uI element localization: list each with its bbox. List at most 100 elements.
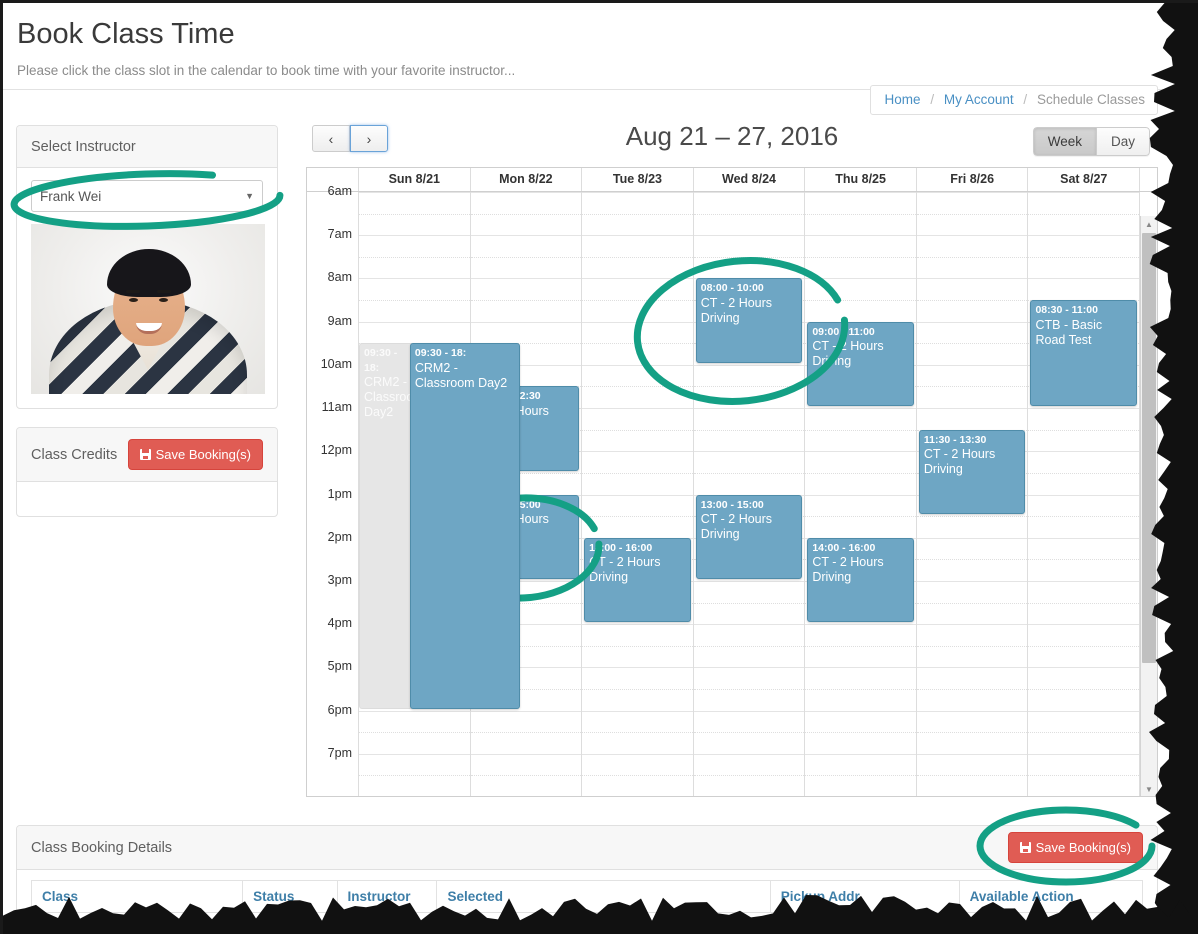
calendar-event[interactable]: 09:30 - 18: CRM2 - Classroom Day2 <box>409 343 521 709</box>
page-title: Book Class Time <box>17 18 235 50</box>
column-header-selected[interactable]: Selected <box>436 880 771 912</box>
grid-line-hour <box>470 278 582 280</box>
grid-line-half-hour <box>805 688 916 690</box>
grid-line-half-hour <box>916 688 1028 690</box>
event-time: 13:00 - 15:00 <box>700 498 764 511</box>
grid-line-hour <box>916 192 1028 193</box>
grid-line-hour <box>1028 235 1140 237</box>
grid-line-hour <box>693 364 805 366</box>
calendar-scrollbar[interactable]: ▲ ▼ <box>1140 216 1157 796</box>
grid-line-hour <box>582 321 693 323</box>
triangle-up-icon[interactable]: ▲ <box>1141 216 1157 232</box>
calendar-header-row: Sun 8/21 Mon 8/22 Tue 8/23 Wed 8/24 Thu … <box>307 168 1157 192</box>
calendar-event[interactable]: 08:30 - 11:00 CTB - Basic Road Test <box>1030 300 1138 407</box>
grid-line-hour <box>1028 580 1140 582</box>
day-column-tue[interactable]: 14:00 - 16:00 CT - 2 Hours Driving <box>582 192 694 796</box>
class-booking-details-body: Class Status Instructor Selected Pickup … <box>17 870 1157 912</box>
instructor-select[interactable]: Frank Wei <box>31 180 263 212</box>
time-label: 9am <box>327 313 352 328</box>
page-subtitle: Please click the class slot in the calen… <box>17 63 516 78</box>
grid-line-half-hour <box>693 256 805 258</box>
calendar-toolbar: ‹ › Aug 21 – 27, 2016 Week Day <box>306 121 1158 167</box>
grid-line-half-hour <box>582 732 693 734</box>
day-columns[interactable]: 09:30 - 18:CRM2 - Classroom Day209:30 - … <box>359 192 1141 796</box>
grid-line-half-hour <box>1028 472 1140 474</box>
day-column-wed[interactable]: 08:00 - 10:00 CT - 2 Hours Driving 13:00 -… <box>693 192 806 796</box>
day-column-sat[interactable]: 08:30 - 11:00 CTB - Basic Road Test <box>1028 192 1141 796</box>
sidebar: Select Instructor Frank Wei ▼ Class Cred… <box>16 125 278 535</box>
grid-line-hour <box>582 364 693 366</box>
grid-line-half-hour <box>916 213 1028 215</box>
grid-line-half-hour <box>916 645 1028 647</box>
column-header-instructor[interactable]: Instructor <box>336 880 438 912</box>
grid-line-hour <box>582 235 693 237</box>
grid-line-half-hour <box>805 256 916 258</box>
grid-line-hour <box>805 494 916 496</box>
calendar-event[interactable]: 09:00 - 11:00 CT - 2 Hours Driving <box>807 321 914 407</box>
grid-line-half-hour <box>805 472 916 474</box>
grid-line-half-hour <box>1028 645 1140 647</box>
grid-line-hour <box>1028 710 1140 712</box>
calendar-event[interactable]: 14:00 - 16:00 CT - 2 Hours Driving <box>807 537 914 623</box>
time-label: 2pm <box>327 529 352 544</box>
grid-line-hour <box>1028 192 1140 193</box>
grid-line-half-hour <box>582 516 693 518</box>
column-header-pickup-addr[interactable]: Pickup Addr <box>769 880 960 912</box>
view-week-button[interactable]: Week <box>1032 127 1096 156</box>
time-label: 6pm <box>327 702 352 717</box>
grid-line-half-hour <box>693 386 805 388</box>
triangle-down-icon[interactable]: ▼ <box>1141 781 1157 796</box>
save-bookings-button-bottom[interactable]: Save Booking(s) <box>1007 832 1143 863</box>
save-bookings-button-sidebar[interactable]: Save Booking(s) <box>127 439 263 470</box>
class-booking-details-panel: Class Booking Details Save Booking(s) Cl… <box>16 825 1158 913</box>
grid-line-half-hour <box>359 732 470 734</box>
table-header-row: Class Status Instructor Selected Pickup … <box>30 880 1144 912</box>
class-booking-details-header: Class Booking Details Save Booking(s) <box>17 826 1157 870</box>
grid-line-half-hour <box>582 688 693 690</box>
grid-line-half-hour <box>359 775 470 777</box>
grid-line-half-hour <box>916 516 1028 518</box>
calendar-event[interactable]: 13:00 - 15:00CT - 2 Hours Driving <box>695 494 803 579</box>
event-title: CT - 2 Hours Driving <box>700 512 773 541</box>
column-header-class[interactable]: Class <box>30 880 244 912</box>
grid-line-hour <box>916 408 1028 410</box>
column-header-status[interactable]: Status <box>242 880 338 912</box>
grid-line-half-hour <box>916 559 1028 561</box>
calendar-body[interactable]: 6am 7am 8am 9am 10am 11am 12pm 1pm 2pm 3pm 4pm 5pm 6… <box>307 184 1157 796</box>
view-day-button[interactable]: Day <box>1095 127 1150 156</box>
grid-line-half-hour <box>582 429 693 431</box>
day-column-sun[interactable]: 09:30 - 18:CRM2 - Classroom Day209:30 - … <box>359 192 521 796</box>
grid-line-half-hour <box>359 256 470 258</box>
grid-line-hour <box>916 753 1028 755</box>
grid-line-half-hour <box>1028 256 1140 258</box>
grid-line-half-hour <box>805 645 916 647</box>
breadcrumb-item-my-account[interactable]: My Account <box>944 92 1014 107</box>
scrollbar-thumb[interactable] <box>1142 233 1156 663</box>
day-column-thu[interactable]: 09:00 - 11:00 CT - 2 Hours Driving 14:00 -… <box>805 192 917 796</box>
calendar-event[interactable]: 11:30 - 13:30 CT - 2 Hours Driving <box>918 429 1026 515</box>
calendar-grid[interactable]: Sun 8/21 Mon 8/22 Tue 8/23 Wed 8/24 Thu … <box>306 167 1158 797</box>
grid-line-half-hour <box>470 213 582 215</box>
grid-line-hour <box>805 278 916 280</box>
grid-line-half-hour <box>470 775 582 777</box>
time-label: 6am <box>327 184 352 198</box>
breadcrumb-item-home[interactable]: Home <box>885 92 921 107</box>
grid-line-hour <box>1028 451 1140 453</box>
grid-line-half-hour <box>1028 732 1140 734</box>
grid-line-half-hour <box>693 688 805 690</box>
instructor-select-wrapper[interactable]: Frank Wei ▼ <box>31 180 263 212</box>
calendar-title: Aug 21 – 27, 2016 <box>625 121 839 151</box>
calendar-event[interactable]: 14:00 - 16:00 CT - 2 Hours Driving <box>584 537 691 623</box>
grid-line-hour <box>470 710 582 712</box>
select-instructor-body: Frank Wei ▼ <box>17 168 277 408</box>
class-credits-header: Class Credits Save Booking(s) <box>17 428 277 482</box>
grid-line-half-hour <box>916 300 1028 302</box>
event-title: CRM2 - Classroom Day2 <box>364 375 413 420</box>
calendar-event[interactable]: 08:00 - 10:00 CT - 2 Hours Driving <box>695 278 803 363</box>
day-column-fri[interactable]: 11:30 - 13:30 CT - 2 Hours Driving <box>916 192 1029 796</box>
grid-line-hour <box>1028 753 1140 755</box>
column-header-available-action[interactable]: Available Action <box>958 880 1144 912</box>
grid-line-half-hour <box>582 386 693 388</box>
grid-line-hour <box>805 710 916 712</box>
event-time: 09:30 - 18: <box>364 347 398 374</box>
